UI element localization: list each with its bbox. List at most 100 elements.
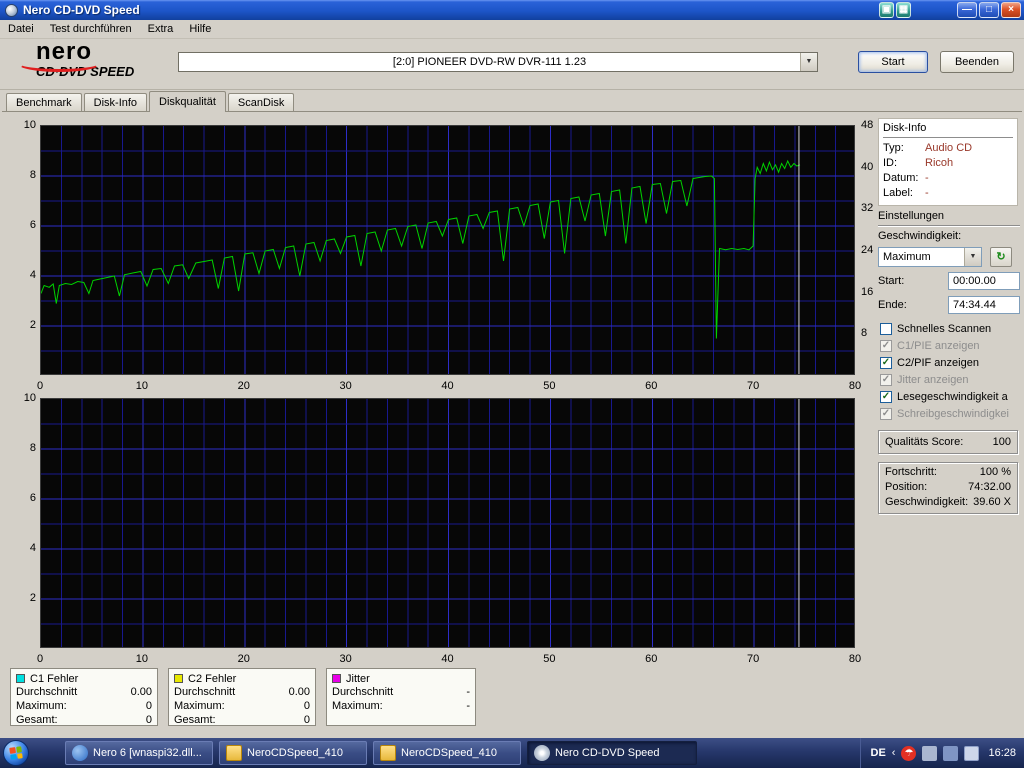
drive-select-value: [2:0] PIONEER DVD-RW DVR-111 1.23 <box>179 53 800 71</box>
start-time-field[interactable]: 00:00.00 <box>948 272 1020 290</box>
network-icon[interactable] <box>943 746 958 761</box>
speed-select[interactable]: Maximum ▼ <box>878 247 982 267</box>
tab-scandisk[interactable]: ScanDisk <box>228 93 294 111</box>
nero6-icon <box>72 745 88 761</box>
screen-capture-button-1[interactable]: ▣ <box>879 2 894 18</box>
progress-row: Geschwindigkeit:39.60 X <box>885 496 1011 511</box>
checkbox-box: ✓ <box>880 408 892 420</box>
taskbar-button-nero6[interactable]: Nero 6 [wnaspi32.dll... <box>65 741 213 765</box>
x-tick-label: 80 <box>845 653 865 665</box>
checkbox-label: Schnelles Scannen <box>897 323 991 335</box>
language-indicator[interactable]: DE <box>871 747 886 759</box>
close-button[interactable]: × <box>1001 2 1021 18</box>
legend-row: Durchschnitt0.00 <box>174 686 310 700</box>
speed-label: Geschwindigkeit: <box>878 230 1020 244</box>
c1-color-swatch <box>16 674 25 683</box>
disk-info-row: Typ:Audio CD <box>883 142 1013 157</box>
tab-diskqualitaet[interactable]: Diskqualität <box>149 91 226 112</box>
taskbar-button-label: NeroCDSpeed_410 <box>401 747 497 759</box>
progress-box: Fortschritt:100 % Position:74:32.00 Gesc… <box>878 462 1018 514</box>
disk-info-label: ID: <box>883 157 925 172</box>
read-speed-plot <box>40 125 855 375</box>
minimize-button[interactable]: — <box>957 2 977 18</box>
checkbox-jitter-anzeigen: ✓ Jitter anzeigen <box>878 371 1020 388</box>
legend-header: C2 Fehler <box>174 671 310 686</box>
y-left-tick-label: 8 <box>8 169 36 181</box>
logo-swoosh <box>18 56 100 72</box>
y-right-tick-label: 24 <box>861 244 873 256</box>
toolbar: nero CD·DVD SPEED [2:0] PIONEER DVD-RW D… <box>0 39 1024 90</box>
x-tick-label: 0 <box>30 653 50 665</box>
disk-info-label: Label: <box>883 187 925 202</box>
taskbar-button-nero-cddvd-speed[interactable]: Nero CD-DVD Speed <box>527 741 697 765</box>
y-right-tick-label: 48 <box>861 119 873 131</box>
checkbox-box[interactable]: ✓ <box>880 357 892 369</box>
taskbar-button-nerocdspeed-2[interactable]: NeroCDSpeed_410 <box>373 741 521 765</box>
checkbox-box[interactable]: ✓ <box>880 391 892 403</box>
menu-datei[interactable]: Datei <box>0 20 42 39</box>
refresh-button[interactable]: ↻ <box>990 247 1012 267</box>
progress-value: 100 % <box>980 466 1011 481</box>
quality-score-label: Qualitäts Score: <box>885 436 963 448</box>
checkbox-label: C1/PIE anzeigen <box>897 340 980 352</box>
end-time-row: Ende: 74:34.44 <box>878 294 1020 316</box>
legend-header: Jitter <box>332 671 470 686</box>
checkbox-box: ✓ <box>880 374 892 386</box>
disk-info-group: Disk-Info Typ:Audio CD ID:Ricoh Datum:- … <box>878 118 1018 206</box>
chevron-down-icon[interactable]: ▼ <box>964 248 981 266</box>
task-buttons: Nero 6 [wnaspi32.dll... NeroCDSpeed_410 … <box>65 741 697 765</box>
progress-label: Fortschritt: <box>885 466 937 481</box>
antivirus-icon[interactable]: ☂ <box>901 746 916 761</box>
check-icon: ✓ <box>882 341 890 351</box>
disk-info-value: Audio CD <box>925 142 972 157</box>
disc-icon <box>534 745 550 761</box>
y-left-tick-label: 2 <box>8 319 36 331</box>
clock[interactable]: 16:28 <box>988 747 1016 759</box>
nero-logo: nero CD·DVD SPEED <box>36 40 186 88</box>
x-tick-label: 40 <box>438 653 458 665</box>
windows-logo-icon <box>9 746 23 760</box>
tab-benchmark[interactable]: Benchmark <box>6 93 82 111</box>
quit-button[interactable]: Beenden <box>940 51 1014 73</box>
start-orb[interactable] <box>3 740 29 766</box>
screen-capture-button-2[interactable]: ▦ <box>896 2 911 18</box>
progress-value: 74:32.00 <box>968 481 1011 496</box>
menu-extra[interactable]: Extra <box>140 20 182 39</box>
chevron-left-icon[interactable]: ‹ <box>892 747 896 759</box>
taskbar-button-nerocdspeed-1[interactable]: NeroCDSpeed_410 <box>219 741 367 765</box>
legend-row: Gesamt:0 <box>16 714 152 728</box>
system-tray: DE ‹ ☂ 16:28 <box>860 738 1024 768</box>
checkbox-label: C2/PIF anzeigen <box>897 357 979 369</box>
y-right-tick-label: 40 <box>861 161 873 173</box>
disk-info-value: Ricoh <box>925 157 953 172</box>
legend-label: Durchschnitt <box>16 686 77 700</box>
quality-score-box: Qualitäts Score: 100 <box>878 430 1018 454</box>
c2-color-swatch <box>174 674 183 683</box>
checkbox-schnelles-scannen[interactable]: Schnelles Scannen <box>878 320 1020 337</box>
checkbox-lesegeschwindigkeit[interactable]: ✓ Lesegeschwindigkeit a <box>878 388 1020 405</box>
legend-row: Durchschnitt0.00 <box>16 686 152 700</box>
disk-info-value: - <box>925 187 929 202</box>
settings-title: Einstellungen <box>878 210 1020 224</box>
drive-select[interactable]: [2:0] PIONEER DVD-RW DVR-111 1.23 ▼ <box>178 52 818 72</box>
check-icon: ✓ <box>882 375 890 385</box>
separator <box>883 137 1013 139</box>
legend-value: 0 <box>146 700 152 714</box>
keyboard-icon[interactable] <box>964 746 979 761</box>
menu-hilfe[interactable]: Hilfe <box>181 20 219 39</box>
legend-header: C1 Fehler <box>16 671 152 686</box>
chevron-down-icon[interactable]: ▼ <box>800 53 817 71</box>
checkbox-box[interactable] <box>880 323 892 335</box>
menu-test-durchfuehren[interactable]: Test durchführen <box>42 20 140 39</box>
error-rate-plot <box>40 398 855 648</box>
speed-row: Maximum ▼ ↻ <box>878 246 1020 268</box>
maximize-button[interactable]: □ <box>979 2 999 18</box>
start-button[interactable]: Start <box>858 51 928 73</box>
sidebar: Disk-Info Typ:Audio CD ID:Ricoh Datum:- … <box>878 118 1020 708</box>
end-time-field[interactable]: 74:34.44 <box>948 296 1020 314</box>
checkbox-c2-pif-anzeigen[interactable]: ✓ C2/PIF anzeigen <box>878 354 1020 371</box>
legend-label: Maximum: <box>174 700 225 714</box>
volume-icon[interactable] <box>922 746 937 761</box>
folder-icon <box>380 745 396 761</box>
tab-disk-info[interactable]: Disk-Info <box>84 93 147 111</box>
